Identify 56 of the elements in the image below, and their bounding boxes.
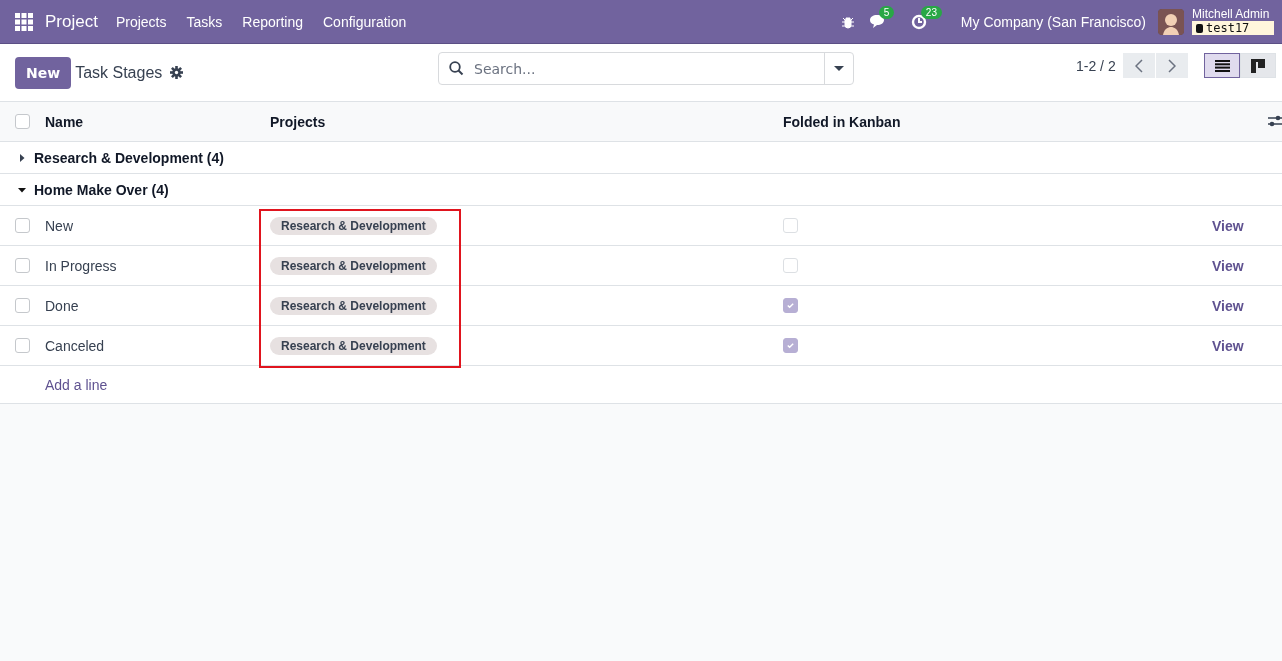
view-link[interactable]: View bbox=[1212, 257, 1244, 274]
search-field[interactable]: Search... bbox=[472, 59, 824, 78]
chevron-left-icon bbox=[1135, 58, 1143, 73]
bug-icon[interactable] bbox=[840, 14, 855, 29]
column-header[interactable]: Folded in Kanban bbox=[783, 113, 1212, 130]
view-link[interactable]: View bbox=[1212, 217, 1244, 234]
project-tag: Research & Development bbox=[270, 296, 437, 315]
list-icon bbox=[1214, 59, 1230, 72]
stage-name: In Progress bbox=[45, 257, 118, 274]
group-label: Research & Development (4) bbox=[34, 149, 224, 166]
caret-icon[interactable] bbox=[834, 66, 844, 71]
app-name[interactable]: Project bbox=[45, 11, 98, 32]
pager-value: 1-2 / 2 bbox=[1076, 58, 1116, 74]
kanban-icon bbox=[1251, 58, 1265, 73]
project-tag: Research & Development bbox=[270, 216, 437, 235]
list-view-button[interactable] bbox=[1204, 53, 1240, 78]
avatar-icon[interactable] bbox=[1158, 8, 1184, 35]
database-icon bbox=[1196, 23, 1203, 33]
stage-name: Done bbox=[45, 297, 80, 314]
row-checkbox[interactable] bbox=[15, 298, 30, 313]
stage-name: New bbox=[45, 217, 74, 234]
message-count-badge: 5 bbox=[878, 6, 895, 19]
database-label: test17 bbox=[1206, 21, 1250, 35]
select-all-checkbox[interactable] bbox=[15, 114, 30, 129]
menu-item[interactable]: Tasks bbox=[186, 13, 223, 30]
column-header[interactable]: Projects bbox=[270, 113, 783, 130]
chevron-right-icon bbox=[1168, 58, 1176, 73]
group-row[interactable]: Home Make Over (4) bbox=[0, 174, 1282, 206]
menu-item[interactable]: Configuration bbox=[323, 13, 407, 30]
user-name[interactable]: Mitchell Admin bbox=[1192, 8, 1270, 21]
add-line-link[interactable]: Add a line bbox=[45, 376, 108, 393]
new-button[interactable]: New bbox=[15, 56, 72, 89]
project-tag: Research & Development bbox=[270, 336, 437, 355]
group-row[interactable]: Research & Development (4) bbox=[0, 142, 1282, 174]
menu-item[interactable]: Reporting bbox=[242, 13, 303, 30]
kanban-view-button[interactable] bbox=[1240, 53, 1276, 78]
view-link[interactable]: View bbox=[1212, 297, 1244, 314]
row-checkbox[interactable] bbox=[15, 338, 30, 353]
column-header[interactable]: Name bbox=[45, 113, 270, 130]
row-checkbox[interactable] bbox=[15, 218, 30, 233]
sliders-icon[interactable] bbox=[1268, 114, 1282, 128]
menu-item[interactable]: Projects bbox=[115, 13, 167, 30]
project-tag: Research & Development bbox=[270, 256, 437, 275]
chat-icon[interactable] bbox=[868, 14, 887, 29]
row-checkbox[interactable] bbox=[15, 258, 30, 273]
settings-icon[interactable] bbox=[170, 66, 184, 79]
view-link[interactable]: View bbox=[1212, 337, 1244, 354]
apps-grid-icon[interactable] bbox=[15, 12, 33, 31]
group-label: Home Make Over (4) bbox=[34, 181, 169, 198]
search-icon bbox=[449, 61, 464, 76]
company-switcher[interactable]: My Company (San Francisco) bbox=[960, 13, 1146, 30]
page-title: Task Stages bbox=[75, 63, 163, 82]
activity-count-badge: 23 bbox=[920, 5, 942, 19]
stage-name: Canceled bbox=[45, 337, 106, 354]
clock-icon[interactable] bbox=[910, 13, 927, 30]
search-bar[interactable]: Search... bbox=[438, 52, 854, 85]
